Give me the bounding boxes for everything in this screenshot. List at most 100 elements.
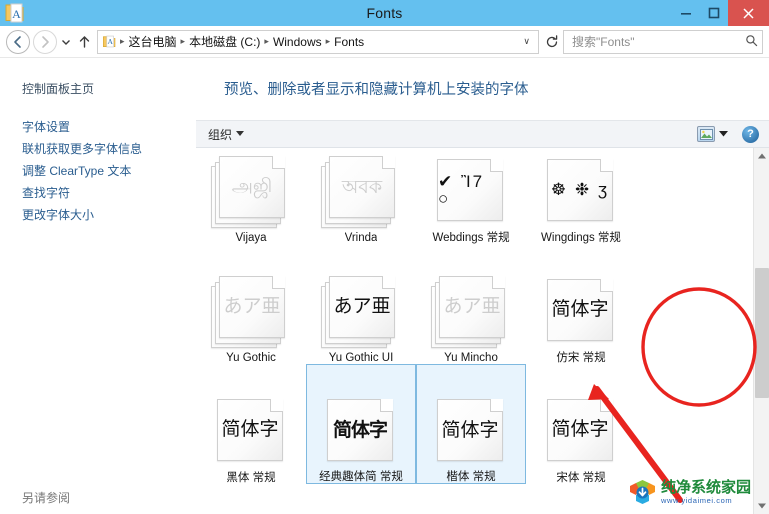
breadcrumb-folder-icon: A bbox=[102, 34, 117, 49]
link-change-font-size[interactable]: 更改字体大小 bbox=[22, 204, 142, 226]
font-item[interactable]: 简体字 仿宋 常规 bbox=[526, 244, 636, 364]
watermark: 纯净系统家园 www.yidaimei.com bbox=[629, 479, 751, 506]
font-sheet-icon: 简体字 bbox=[547, 278, 613, 341]
minimize-button[interactable] bbox=[672, 0, 700, 26]
close-button[interactable] bbox=[728, 0, 769, 26]
breadcrumb-dropdown-icon[interactable]: ∨ bbox=[517, 36, 536, 47]
group-label-spacer bbox=[417, 369, 525, 391]
watermark-url: www.yidaimei.com bbox=[661, 496, 733, 506]
font-sheet-icon: あア亜 bbox=[329, 275, 395, 338]
search-input[interactable]: 搜索"Fonts" bbox=[563, 29, 763, 54]
font-item-label: Webdings 常规 bbox=[432, 231, 510, 244]
font-list-view[interactable]: அஜி Vijaya Typesetting অবক Vrinda ✔ Ἲ7 ○ Webdi… bbox=[196, 148, 769, 514]
command-toolbar: 组织 ? bbox=[196, 120, 769, 148]
font-item[interactable]: ☸ ❉ ʒ Wingdings 常规 bbox=[526, 148, 636, 244]
scrollbar-thumb[interactable] bbox=[755, 268, 769, 398]
group-label-spacer bbox=[306, 488, 416, 511]
view-chevron-down-icon[interactable] bbox=[719, 130, 728, 139]
link-find-character[interactable]: 查找字符 bbox=[22, 182, 142, 204]
back-button[interactable] bbox=[6, 29, 30, 54]
up-button[interactable] bbox=[75, 30, 93, 54]
font-preview-glyphs: 简体字 bbox=[221, 419, 279, 441]
address-bar: A ▸ 这台电脑 ▸ 本地磁盘 (C:) ▸ Windows ▸ Fonts ∨… bbox=[0, 26, 769, 58]
font-thumbnail: あア亜 bbox=[321, 274, 401, 348]
see-also-heading: 另请参阅 bbox=[22, 491, 71, 505]
font-item[interactable]: Typesetting অবক Vrinda bbox=[306, 148, 416, 244]
font-item-label: 经典趣体简 常规 bbox=[319, 471, 403, 483]
breadcrumb[interactable]: A ▸ 这台电脑 ▸ 本地磁盘 (C:) ▸ Windows ▸ Fonts ∨ bbox=[97, 29, 539, 54]
group-label-spacer bbox=[196, 248, 306, 272]
font-sheet-icon: あア亜 bbox=[439, 275, 505, 338]
left-navigation-pane: 控制面板主页 字体设置 联机获取更多字体信息 调整 ClearType 文本 查… bbox=[0, 58, 196, 514]
font-item[interactable]: あア亜 Yu Gothic UI bbox=[306, 244, 416, 364]
font-sheet-icon: ☸ ❉ ʒ bbox=[547, 158, 613, 221]
font-item[interactable]: 简体字 楷体 常规 bbox=[416, 364, 526, 484]
forward-button[interactable] bbox=[33, 29, 57, 54]
font-preview-glyphs: ☸ ❉ ʒ bbox=[550, 180, 610, 200]
font-sheet-icon: あア亜 bbox=[219, 275, 285, 338]
organize-button[interactable]: 组织 bbox=[208, 126, 245, 143]
breadcrumb-item-1[interactable]: 本地磁盘 (C:) bbox=[186, 33, 263, 50]
font-preview-glyphs: あア亜 bbox=[443, 296, 501, 318]
font-item[interactable]: 简体字 黑体 常规 bbox=[196, 364, 306, 484]
group-label-spacer bbox=[196, 148, 306, 152]
scroll-up-arrow-icon[interactable] bbox=[754, 148, 769, 164]
group-label-spacer bbox=[306, 248, 416, 272]
chevron-down-icon bbox=[236, 130, 245, 139]
breadcrumb-item-3[interactable]: Fonts bbox=[331, 35, 367, 49]
scroll-down-arrow-icon[interactable] bbox=[754, 498, 769, 514]
font-item[interactable]: あア亜 Yu Mincho bbox=[416, 244, 526, 364]
font-preview-glyphs: あア亜 bbox=[333, 296, 391, 318]
organize-label: 组织 bbox=[208, 127, 233, 142]
font-preview-glyphs: 简体字 bbox=[332, 419, 388, 441]
font-preview-glyphs: あア亜 bbox=[223, 296, 281, 318]
font-thumbnail: அஜி bbox=[211, 154, 291, 228]
font-sheet-icon: 简体字 bbox=[547, 398, 613, 461]
font-item-label: 黑体 常规 bbox=[226, 471, 276, 484]
title-bar: A Fonts bbox=[0, 0, 769, 26]
font-thumbnail: অবক bbox=[321, 154, 401, 228]
group-label-spacer bbox=[526, 248, 636, 271]
help-icon[interactable]: ? bbox=[742, 125, 759, 143]
maximize-button[interactable] bbox=[700, 0, 728, 26]
font-preview-glyphs: ✔ Ἲ7 ○ bbox=[438, 171, 485, 208]
search-placeholder: 搜索"Fonts" bbox=[572, 35, 635, 49]
window-title: Fonts bbox=[366, 5, 403, 21]
breadcrumb-item-0[interactable]: 这台电脑 bbox=[126, 33, 180, 50]
link-adjust-cleartype-text[interactable]: 调整 ClearType 文本 bbox=[22, 160, 142, 182]
window-controls bbox=[672, 0, 769, 26]
font-item-label: Wingdings 常规 bbox=[541, 231, 621, 244]
font-grid: அஜி Vijaya Typesetting অবক Vrinda ✔ Ἲ7 ○ Webdi… bbox=[196, 148, 745, 514]
font-thumbnail: 简体字 bbox=[541, 393, 621, 463]
font-item[interactable]: ✔ Ἲ7 ○ Webdings 常规 bbox=[416, 148, 526, 244]
font-item[interactable]: 简体字微软雅黑 bbox=[196, 484, 306, 514]
watermark-text: 纯净系统家园 www.yidaimei.com bbox=[661, 480, 751, 505]
main-content-pane: 预览、删除或者显示和隐藏计算机上安装的字体 组织 ? அஜி Vijaya অব… bbox=[196, 58, 769, 514]
font-item-label: 宋体 常规 bbox=[556, 471, 606, 484]
font-preview-glyphs: அஜி bbox=[231, 176, 273, 198]
font-item-label: Yu Gothic bbox=[226, 352, 276, 364]
search-icon bbox=[745, 34, 758, 50]
font-item[interactable]: அஜி Vijaya bbox=[196, 148, 306, 244]
font-item[interactable]: 简体字 宋体 常规 bbox=[526, 364, 636, 484]
group-label-spacer bbox=[526, 368, 636, 391]
refresh-button[interactable] bbox=[541, 30, 563, 54]
font-item[interactable]: あア亜 Yu Gothic bbox=[196, 244, 306, 364]
font-item[interactable]: 简体字经典趣体简 常规 bbox=[306, 364, 416, 484]
font-thumbnail: 简体字 bbox=[211, 393, 291, 463]
change-view-icon[interactable] bbox=[697, 126, 715, 142]
font-preview-glyphs: 简体字 bbox=[551, 419, 609, 441]
group-label-spacer bbox=[196, 488, 306, 511]
link-font-settings[interactable]: 字体设置 bbox=[22, 116, 142, 138]
control-panel-home-link[interactable]: 控制面板主页 bbox=[22, 80, 94, 97]
watermark-logo-icon bbox=[629, 479, 656, 506]
font-item-label: 仿宋 常规 bbox=[556, 351, 606, 364]
page-title: 预览、删除或者显示和隐藏计算机上安装的字体 bbox=[224, 82, 529, 98]
svg-text:A: A bbox=[12, 7, 21, 21]
recent-locations-button[interactable] bbox=[57, 30, 75, 54]
vertical-scrollbar[interactable] bbox=[753, 148, 769, 514]
font-thumbnail: 简体字 bbox=[431, 393, 511, 462]
breadcrumb-item-2[interactable]: Windows bbox=[270, 35, 325, 49]
font-item[interactable]: 简体字新宋体 常规 bbox=[306, 484, 416, 514]
link-get-more-fonts-online[interactable]: 联机获取更多字体信息 bbox=[22, 138, 142, 160]
